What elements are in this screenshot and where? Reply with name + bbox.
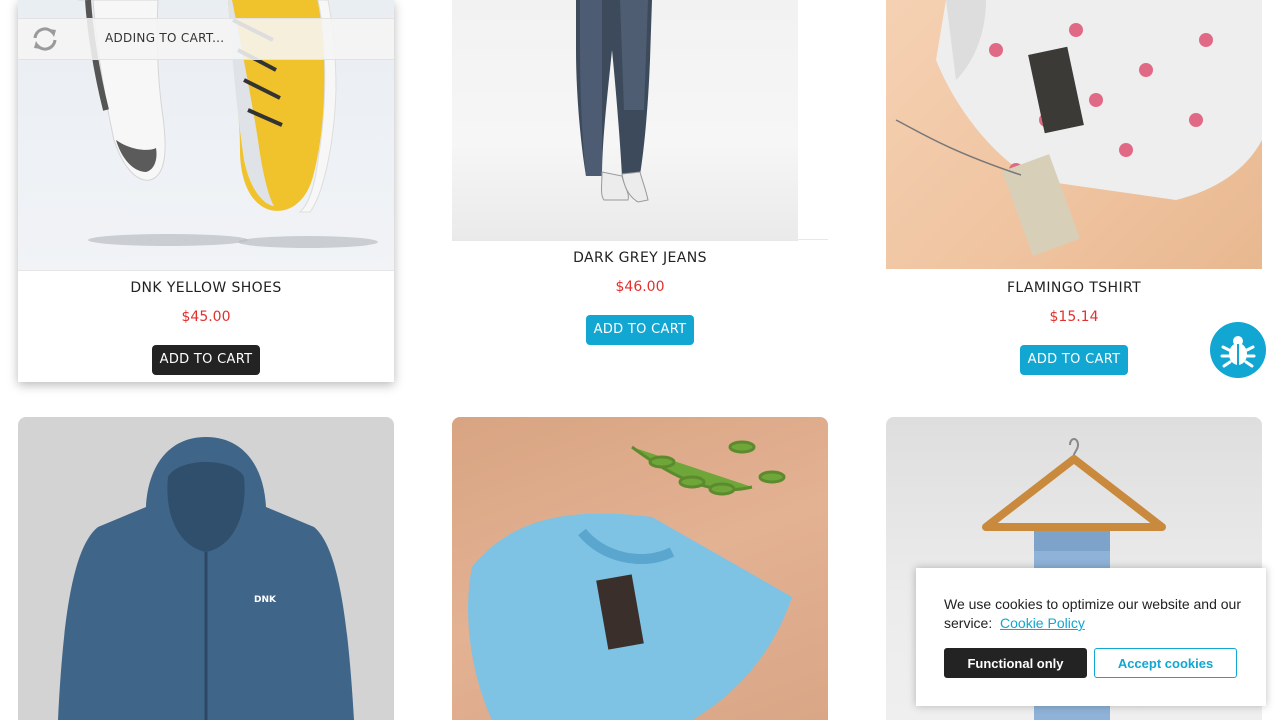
blue-tshirt-illustration <box>468 440 792 720</box>
tshirt-illustration <box>895 0 1262 256</box>
product-price: $45.00 <box>181 309 231 325</box>
refresh-icon <box>33 27 57 51</box>
add-to-cart-button[interactable]: ADD TO CART <box>1020 345 1128 375</box>
product-card[interactable]: Flamingo Tshirt $15.14 ADD TO CART <box>886 0 1262 380</box>
product-title[interactable]: Dark Grey Jeans <box>452 250 828 266</box>
product-card[interactable]: ADDING TO CART... DNK Yellow Shoes $45.0… <box>18 0 394 382</box>
blue-tshirt-image[interactable] <box>452 417 828 720</box>
product-title[interactable]: Flamingo Tshirt <box>886 280 1262 296</box>
flamingo-tshirt-image[interactable] <box>886 0 1262 269</box>
product-card[interactable] <box>452 417 828 720</box>
bug-report-button[interactable] <box>1210 322 1266 378</box>
hoodie-logo-text: DNK <box>254 595 277 605</box>
blue-hoodie-image[interactable]: DNK <box>18 417 394 720</box>
product-card[interactable]: Dark Grey Jeans $46.00 ADD TO CART <box>452 0 828 350</box>
product-price: $46.00 <box>615 279 665 295</box>
product-title[interactable]: DNK Yellow Shoes <box>18 280 394 296</box>
cookie-message-text: We use cookies to optimize our website a… <box>944 596 1242 631</box>
add-to-cart-button[interactable]: ADD TO CART <box>586 315 694 345</box>
cookie-policy-link[interactable]: Cookie Policy <box>1000 615 1085 631</box>
adding-to-cart-text: ADDING TO CART... <box>105 31 225 45</box>
product-price: $15.14 <box>1049 309 1099 325</box>
functional-only-button[interactable]: Functional only <box>944 648 1087 678</box>
bug-icon <box>1214 326 1262 374</box>
grey-jeans-image[interactable] <box>452 0 798 241</box>
jeans-illustration <box>576 0 652 203</box>
product-card[interactable]: DNK <box>18 417 394 720</box>
cookie-message: We use cookies to optimize our website a… <box>944 595 1244 633</box>
add-to-cart-button[interactable]: ADD TO CART <box>152 345 260 375</box>
cookie-banner: We use cookies to optimize our website a… <box>916 568 1266 706</box>
image-divider <box>798 239 828 240</box>
hoodie-illustration: DNK <box>58 437 354 720</box>
adding-to-cart-bar: ADDING TO CART... <box>18 18 394 60</box>
accept-cookies-button[interactable]: Accept cookies <box>1094 648 1237 678</box>
